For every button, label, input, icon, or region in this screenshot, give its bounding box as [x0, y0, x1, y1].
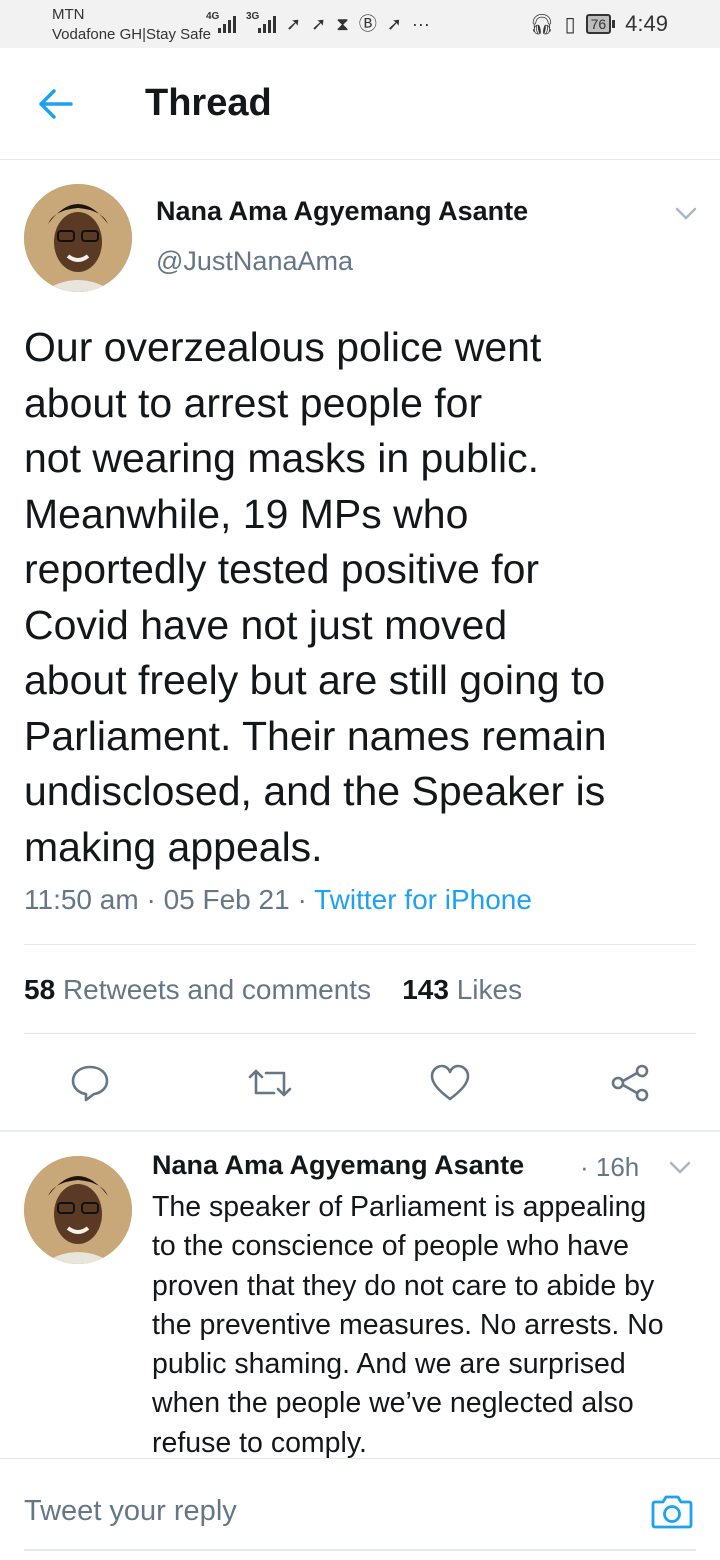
- tweet-stats: 58 Retweets and comments 143 Likes: [24, 974, 522, 1006]
- tweet-date: 05 Feb 21: [163, 884, 290, 915]
- reply-text-line: to the conscience of people who have: [152, 1230, 629, 1263]
- notification-app-icon: ➚: [311, 14, 327, 34]
- profile-photo: [24, 184, 132, 292]
- vibrate-icon: ▯: [564, 13, 576, 36]
- tweet-text-line: Our overzealous police went: [24, 324, 542, 370]
- like-button[interactable]: [428, 1058, 472, 1108]
- retweet-icon: [248, 1069, 292, 1097]
- tweet-text-line: undisclosed, and the Speaker is: [24, 768, 606, 814]
- camera-icon: [651, 1495, 693, 1529]
- battery-icon: 76: [585, 14, 616, 34]
- tweet-text-line: not wearing masks in public.: [24, 435, 540, 481]
- reply-composer: Tweet your reply: [0, 1458, 720, 1560]
- author-name[interactable]: Nana Ama Agyemang Asante: [156, 196, 528, 227]
- divider: [24, 1033, 696, 1034]
- status-icons-right: 🎧︎ ▯ 76 4:49: [529, 10, 668, 38]
- composer-underline: [24, 1549, 696, 1551]
- retweet-button[interactable]: [248, 1058, 292, 1108]
- status-icons-left: 4G 3G ➚ ➚ ⧗ Ⓑ ➚ ···: [206, 11, 430, 36]
- tweet-meta: 11:50 am · 05 Feb 21 · Twitter for iPhon…: [24, 884, 532, 915]
- reply-button[interactable]: [68, 1058, 112, 1108]
- share-icon: [611, 1064, 649, 1102]
- clock: 4:49: [625, 11, 668, 36]
- reply-avatar[interactable]: [24, 1156, 132, 1264]
- tweet-text-line: Meanwhile, 19 MPs who: [24, 490, 469, 537]
- reply-text-line: the preventive measures. No arrests. No: [152, 1308, 664, 1341]
- reply-text-line: when the people we’ve neglected also: [152, 1387, 634, 1420]
- like-icon: [430, 1064, 470, 1101]
- camera-button[interactable]: [650, 1489, 694, 1533]
- author-handle[interactable]: @JustNanaAma: [156, 246, 353, 277]
- b-badge-icon: Ⓑ: [358, 14, 377, 34]
- profile-photo: [24, 1156, 132, 1264]
- reply-text-line: The speaker of Parliament is appealing: [152, 1191, 647, 1223]
- chevron-down-icon: [669, 1161, 691, 1174]
- reply-text: The speaker of Parliament is appealing t…: [152, 1188, 702, 1463]
- arrow-left-icon: [39, 89, 73, 119]
- notification-app-icon: ➚: [286, 14, 302, 34]
- reply-icon: [71, 1065, 109, 1102]
- chevron-down-icon: [675, 207, 697, 220]
- reply-input[interactable]: Tweet your reply: [24, 1495, 237, 1528]
- headset-icon: 🎧︎: [529, 13, 555, 36]
- page-title: Thread: [145, 82, 272, 124]
- notification-app-icon: ➚: [386, 14, 402, 34]
- tweet-text-line: Covid have not just moved: [24, 601, 508, 648]
- carrier-secondary: Vodafone GH|Stay Safe: [52, 26, 212, 43]
- signal-3g-icon: 3G: [246, 11, 276, 33]
- thread-header: Thread: [0, 48, 720, 160]
- share-button[interactable]: [608, 1058, 652, 1108]
- likes-stat[interactable]: 143 Likes: [402, 974, 522, 1005]
- reply-text-line: public shaming. And we are surprised: [152, 1348, 626, 1381]
- tweet-source-link[interactable]: Twitter for iPhone: [314, 884, 532, 915]
- tweet-options-button[interactable]: [672, 200, 700, 228]
- carrier-primary: MTN: [52, 6, 85, 23]
- more-notifications-icon: ···: [411, 14, 430, 34]
- divider: [24, 944, 696, 945]
- reply-timestamp: · 16h: [580, 1152, 640, 1182]
- reply-options-button[interactable]: [666, 1154, 694, 1182]
- tweet-text-line: about freely but are still going to: [24, 657, 606, 703]
- tweet-text-line: about to arrest people for: [24, 379, 483, 426]
- tweet-actions: [0, 1058, 720, 1108]
- tweet-text-line: reportedly tested positive for: [24, 546, 540, 592]
- tweet-text-line: Parliament. Their names remain: [24, 712, 607, 759]
- reply-author-name[interactable]: Nana Ama Agyemang Asante: [152, 1150, 524, 1181]
- tweet-text-line: making appeals.: [24, 823, 323, 870]
- reply-text-line: proven that they do not care to abide by: [152, 1269, 655, 1302]
- hourglass-icon: ⧗: [336, 14, 349, 34]
- tweet-text: Our overzealous police went about to arr…: [24, 320, 704, 875]
- retweets-stat[interactable]: 58 Retweets and comments: [24, 974, 371, 1005]
- section-divider: [0, 1130, 720, 1132]
- avatar[interactable]: [24, 184, 132, 292]
- signal-4g-icon: 4G: [206, 11, 236, 33]
- tweet-time: 11:50 am: [24, 884, 139, 915]
- back-button[interactable]: [30, 84, 80, 124]
- status-bar: MTN Vodafone GH|Stay Safe 4G 3G ➚ ➚ ⧗ Ⓑ …: [0, 0, 720, 48]
